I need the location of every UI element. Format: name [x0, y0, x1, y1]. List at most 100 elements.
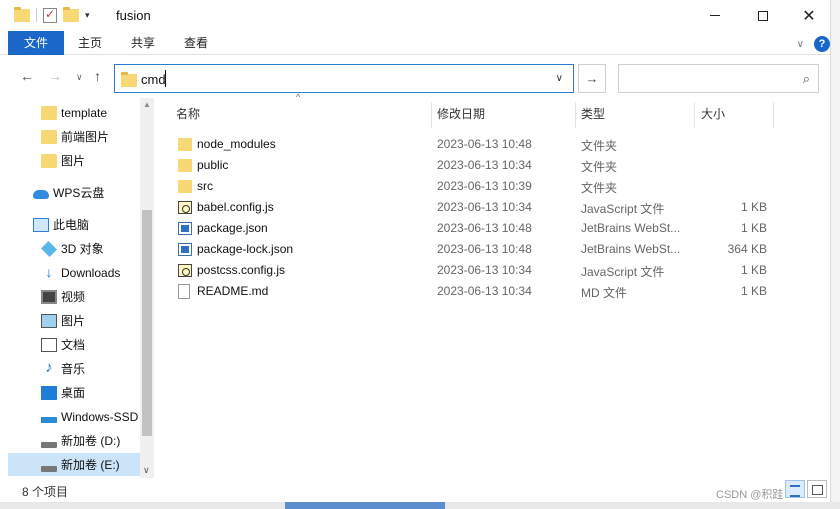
help-icon[interactable]: ? [814, 36, 830, 52]
close-icon: ✕ [802, 7, 816, 25]
go-button[interactable]: → [578, 64, 606, 93]
new-folder-icon[interactable] [63, 6, 79, 22]
file-date: 2023-06-13 10:34 [437, 284, 532, 298]
navigation-bar: ← → ∨ ↑ cmd ∨ → ⌕ [0, 56, 840, 98]
list-item[interactable]: node_modules 2023-06-13 10:48 文件夹 [156, 134, 830, 155]
sidebar-item-pictures[interactable]: 图片 [8, 309, 140, 332]
folder-icon [178, 138, 192, 151]
file-name: babel.config.js [197, 200, 274, 214]
maximize-icon [758, 10, 768, 21]
tab-view[interactable]: 查看 [170, 31, 222, 55]
large-icons-view-button[interactable] [807, 480, 827, 498]
list-item[interactable]: public 2023-06-13 10:34 文件夹 [156, 155, 830, 176]
sidebar-item-label: Windows-SSD [61, 409, 139, 424]
drive-icon [41, 466, 57, 472]
sidebar-item-label: WPS云盘 [53, 186, 105, 200]
cloud-icon [33, 190, 49, 199]
forward-arrow-icon[interactable]: → [48, 68, 62, 84]
scroll-up-icon[interactable]: ▲ [143, 100, 151, 109]
column-divider[interactable] [431, 102, 432, 128]
sidebar-item-label: 音乐 [61, 362, 86, 376]
properties-icon[interactable] [43, 7, 57, 23]
column-header-name[interactable]: 名称 [176, 98, 200, 130]
customize-toolbar-chevron-icon[interactable]: ▾ [85, 10, 90, 21]
list-item[interactable]: babel.config.js 2023-06-13 10:34 JavaScr… [156, 197, 830, 218]
file-date: 2023-06-13 10:48 [437, 221, 532, 235]
up-arrow-icon[interactable]: ↑ [94, 68, 101, 84]
list-item[interactable]: postcss.config.js 2023-06-13 10:34 JavaS… [156, 260, 830, 281]
folder-icon [121, 72, 137, 87]
column-header-type[interactable]: 类型 [581, 98, 605, 130]
sidebar-item-videos[interactable]: 视频 [8, 285, 140, 308]
close-button[interactable]: ✕ [786, 0, 832, 31]
sidebar-item-images[interactable]: 图片 [8, 149, 140, 172]
folder-icon [41, 106, 57, 120]
sidebar-item-label: 3D 对象 [61, 242, 104, 256]
list-item[interactable]: README.md 2023-06-13 10:34 MD 文件 1 KB [156, 281, 830, 302]
ribbon-right-controls: ∨ ? [797, 36, 830, 52]
tab-home[interactable]: 主页 [66, 31, 114, 55]
list-item[interactable]: package-lock.json 2023-06-13 10:48 JetBr… [156, 239, 830, 260]
json-file-icon [178, 222, 192, 235]
file-size: 364 KB [727, 242, 767, 256]
drive-icon [41, 442, 57, 448]
toolbar-divider [36, 8, 37, 22]
column-divider[interactable] [575, 102, 576, 128]
search-input[interactable]: ⌕ [618, 64, 819, 93]
file-date: 2023-06-13 10:48 [437, 137, 532, 151]
folder-icon [41, 130, 57, 144]
scroll-down-icon[interactable]: ∨ [143, 465, 150, 476]
file-size: 1 KB [740, 200, 767, 214]
recent-locations-chevron-icon[interactable]: ∨ [76, 72, 83, 83]
address-input[interactable]: cmd [141, 72, 166, 87]
file-name: postcss.config.js [197, 263, 286, 277]
sidebar-item-this-pc[interactable]: 此电脑 [8, 213, 140, 236]
download-icon: ↓ [45, 264, 53, 280]
status-bar: 8 个项目 [0, 478, 830, 502]
address-dropdown-chevron-icon[interactable]: ∨ [556, 73, 563, 84]
file-size: 1 KB [740, 284, 767, 298]
expand-ribbon-chevron-icon[interactable]: ∨ [797, 39, 804, 50]
column-divider[interactable] [773, 102, 774, 128]
js-file-icon [178, 264, 192, 277]
window-edge [830, 0, 840, 509]
sidebar-item-downloads[interactable]: ↓ Downloads [8, 261, 140, 284]
sidebar-item-drive-e[interactable]: 新加卷 (E:) [8, 453, 140, 476]
folder-icon[interactable] [14, 6, 30, 22]
sidebar-item-desktop[interactable]: 桌面 [8, 381, 140, 404]
scrollbar-thumb[interactable] [142, 210, 152, 436]
minimize-icon [710, 15, 720, 16]
sidebar-scrollbar[interactable]: ▲ ∨ [140, 98, 154, 478]
ssd-drive-icon [41, 417, 57, 423]
column-header-date[interactable]: 修改日期 [437, 98, 485, 130]
sidebar-item-music[interactable]: ♪ 音乐 [8, 357, 140, 380]
column-header-size[interactable]: 大小 [701, 98, 725, 130]
list-item[interactable]: package.json 2023-06-13 10:48 JetBrains … [156, 218, 830, 239]
file-type: 文件夹 [581, 139, 618, 153]
details-view-button[interactable] [785, 480, 805, 498]
sidebar-item-windows-ssd[interactable]: Windows-SSD [8, 405, 140, 428]
address-bar[interactable]: cmd ∨ [114, 64, 574, 93]
tab-share[interactable]: 共享 [118, 31, 168, 55]
sidebar-item-frontend-images[interactable]: 前端图片 [8, 125, 140, 148]
sidebar-item-label: 新加卷 (E:) [61, 458, 120, 472]
tab-file[interactable]: 文件 [8, 31, 64, 55]
file-name: node_modules [197, 137, 276, 151]
file-type: 文件夹 [581, 181, 618, 195]
list-item[interactable]: src 2023-06-13 10:39 文件夹 [156, 176, 830, 197]
column-divider[interactable] [694, 102, 695, 128]
back-arrow-icon[interactable]: ← [20, 68, 34, 84]
sidebar-item-drive-d[interactable]: 新加卷 (D:) [8, 429, 140, 452]
maximize-button[interactable] [740, 0, 786, 31]
sidebar-item-wps-cloud[interactable]: WPS云盘 [8, 181, 140, 204]
file-name: src [197, 179, 213, 193]
sidebar-item-label: 图片 [61, 314, 86, 328]
minimize-button[interactable] [692, 0, 738, 31]
watermark: CSDN @积跬 [716, 489, 784, 501]
sidebar-item-documents[interactable]: 文档 [8, 333, 140, 356]
file-name: public [197, 158, 229, 172]
sidebar-item-template[interactable]: template [8, 101, 140, 124]
folder-icon [178, 159, 192, 172]
sidebar-item-3d-objects[interactable]: 3D 对象 [8, 237, 140, 260]
search-icon[interactable]: ⌕ [803, 71, 810, 87]
